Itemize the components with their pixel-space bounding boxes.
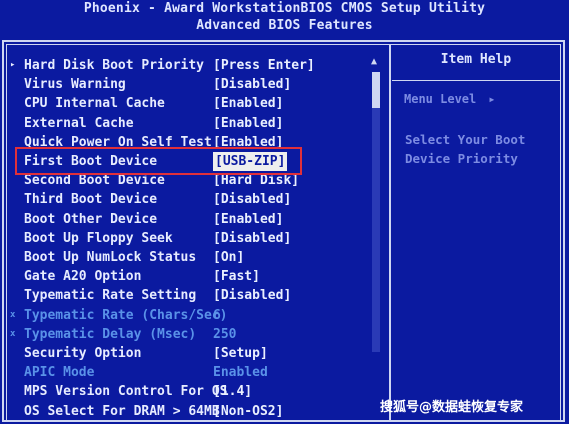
setting-row[interactable]: x Typematic Delay (Msec) 250 <box>0 325 390 344</box>
disabled-marker-icon: x <box>10 309 16 320</box>
page-title: Advanced BIOS Features <box>196 18 373 33</box>
setting-value[interactable]: [On] <box>213 248 244 267</box>
setting-row[interactable]: Typematic Rate Setting [Disabled] <box>0 286 390 305</box>
setting-row[interactable]: CPU Internal Cache [Enabled] <box>0 94 390 113</box>
setting-value[interactable]: [Setup] <box>213 344 268 363</box>
setting-value[interactable]: [Disabled] <box>213 286 291 305</box>
setting-label: OS Select For DRAM > 64MB <box>24 403 220 419</box>
setting-row[interactable]: OS Select For DRAM > 64MB [Non-OS2] <box>0 402 390 421</box>
setting-row[interactable]: Boot Up Floppy Seek [Disabled] <box>0 229 390 248</box>
setting-label: Virus Warning <box>24 77 126 93</box>
setting-row[interactable]: Gate A20 Option [Fast] <box>0 267 390 286</box>
setting-value[interactable]: [Enabled] <box>213 94 283 113</box>
bios-title: Phoenix - Award WorkstationBIOS CMOS Set… <box>83 1 486 16</box>
setting-value[interactable]: [Press Enter] <box>213 56 315 75</box>
setting-row[interactable]: ▸ Hard Disk Boot Priority [Press Enter] <box>0 56 390 75</box>
setting-label: Typematic Delay (Msec) <box>24 326 197 342</box>
setting-row[interactable]: Third Boot Device [Disabled] <box>0 190 390 209</box>
setting-value[interactable]: [Fast] <box>213 267 260 286</box>
setting-label: APIC Mode <box>24 365 95 381</box>
watermark: 搜狐号@数据蛙恢复专家 <box>380 400 524 415</box>
setting-row[interactable]: MPS Version Control For OS [1.4] <box>0 382 390 401</box>
bios-screen: Phoenix - Award WorkstationBIOS CMOS Set… <box>0 0 569 424</box>
setting-value[interactable]: [Enabled] <box>213 114 283 133</box>
setting-value[interactable]: [Disabled] <box>213 190 291 209</box>
setting-label: CPU Internal Cache <box>24 96 165 112</box>
help-separator <box>392 80 560 81</box>
menu-level: Menu Level ▸ <box>404 92 495 106</box>
setting-row[interactable]: x Typematic Rate (Chars/Sec) 6 <box>0 306 390 325</box>
setting-row[interactable]: Boot Other Device [Enabled] <box>0 210 390 229</box>
setting-label: Typematic Rate (Chars/Sec) <box>24 307 228 323</box>
setting-value[interactable]: 250 <box>213 325 236 344</box>
setting-value[interactable]: [Disabled] <box>213 75 291 94</box>
setting-value[interactable]: Enabled <box>213 363 268 382</box>
item-help-title: Item Help <box>440 52 512 67</box>
setting-label: Typematic Rate Setting <box>24 288 197 304</box>
setting-row[interactable]: External Cache [Enabled] <box>0 114 390 133</box>
setting-label: Gate A20 Option <box>24 269 142 285</box>
setting-value[interactable]: [Enabled] <box>213 210 283 229</box>
setting-value[interactable]: [1.4] <box>213 382 252 401</box>
setting-row[interactable]: APIC Mode Enabled <box>0 363 390 382</box>
item-help-text: Select Your Boot Device Priority <box>405 132 526 166</box>
setting-row[interactable]: Security Option [Setup] <box>0 344 390 363</box>
setting-label: Boot Up NumLock Status <box>24 250 197 265</box>
setting-row[interactable]: Boot Up NumLock Status [On] <box>0 248 390 267</box>
setting-value[interactable]: [Non-OS2] <box>213 402 283 421</box>
setting-label: Third Boot Device <box>24 192 158 208</box>
setting-label: Security Option <box>24 346 142 361</box>
menu-level-label: Menu Level <box>404 92 477 106</box>
arrow-right-icon: ▸ <box>488 92 496 106</box>
setting-label: Boot Up Floppy Seek <box>24 230 173 246</box>
annotation-highlight-box <box>15 147 302 175</box>
setting-label: Boot Other Device <box>24 211 158 227</box>
setting-label: Hard Disk Boot Priority <box>24 58 205 73</box>
submenu-arrow-icon: ▸ <box>10 60 16 70</box>
disabled-marker-icon: x <box>10 328 16 339</box>
bios-header: Phoenix - Award WorkstationBIOS CMOS Set… <box>0 0 569 36</box>
setting-row[interactable]: Virus Warning [Disabled] <box>0 75 390 94</box>
setting-value[interactable]: 6 <box>213 306 221 325</box>
setting-label: External Cache <box>24 115 134 131</box>
setting-value[interactable]: [Disabled] <box>213 229 291 248</box>
setting-label: MPS Version Control For OS <box>24 384 228 400</box>
